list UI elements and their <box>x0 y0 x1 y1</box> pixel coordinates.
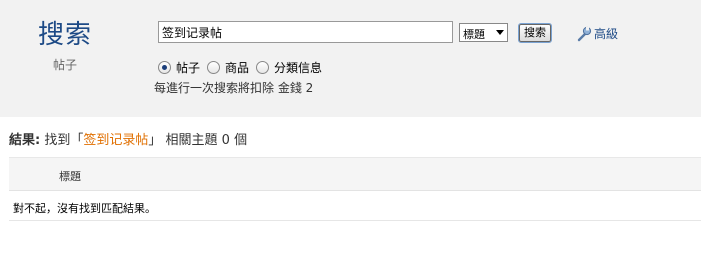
search-cost-note: 每進行一次搜索將扣除 金錢 2 <box>154 81 314 95</box>
result-suffix: 相關主題 0 個 <box>165 133 248 148</box>
radio-button-checked[interactable] <box>158 61 171 74</box>
scope-label: 分類信息 <box>274 61 323 75</box>
result-summary: 結果: 找到「签到记录帖」 相關主題 0 個 <box>9 129 247 148</box>
result-prefix: 找到 <box>44 133 71 148</box>
radio-button[interactable] <box>256 61 270 74</box>
page-title: 搜索 <box>38 20 93 50</box>
radio-button[interactable] <box>207 61 221 74</box>
search-type-select[interactable]: 標題 <box>459 23 508 42</box>
scope-label: 商品 <box>225 61 250 75</box>
scope-option-classifieds[interactable]: 分類信息 <box>256 59 322 76</box>
advanced-search-link[interactable]: 高級 <box>576 25 618 42</box>
search-panel: 搜索 帖子 標題 搜索 高級 帖子 商品 分類信息 每進行一次搜索將扣除 金錢 … <box>0 0 701 117</box>
scope-option-products[interactable]: 商品 <box>207 59 249 76</box>
scope-option-posts[interactable]: 帖子 <box>158 59 200 76</box>
result-label: 結果: <box>9 133 41 148</box>
search-type-selected: 標題 <box>463 28 485 41</box>
result-keyword: 签到记录帖 <box>83 133 149 148</box>
results-table-header: 標題 <box>9 157 701 191</box>
advanced-search-label: 高級 <box>594 27 619 41</box>
wrench-icon <box>577 26 592 41</box>
chevron-down-icon <box>496 30 504 35</box>
close-quote: 」 <box>148 133 162 148</box>
search-button[interactable]: 搜索 <box>518 23 552 43</box>
scope-label: 帖子 <box>176 61 201 75</box>
search-scope-group: 帖子 商品 分類信息 <box>158 59 329 76</box>
empty-result-message: 對不起，沒有找到匹配結果。 <box>13 202 156 215</box>
page-subtitle: 帖子 <box>53 58 78 72</box>
open-quote: 「 <box>70 133 84 148</box>
column-header-title: 標題 <box>59 170 81 183</box>
empty-result-row: 對不起，沒有找到匹配結果。 <box>9 191 701 221</box>
search-input[interactable] <box>158 21 453 43</box>
